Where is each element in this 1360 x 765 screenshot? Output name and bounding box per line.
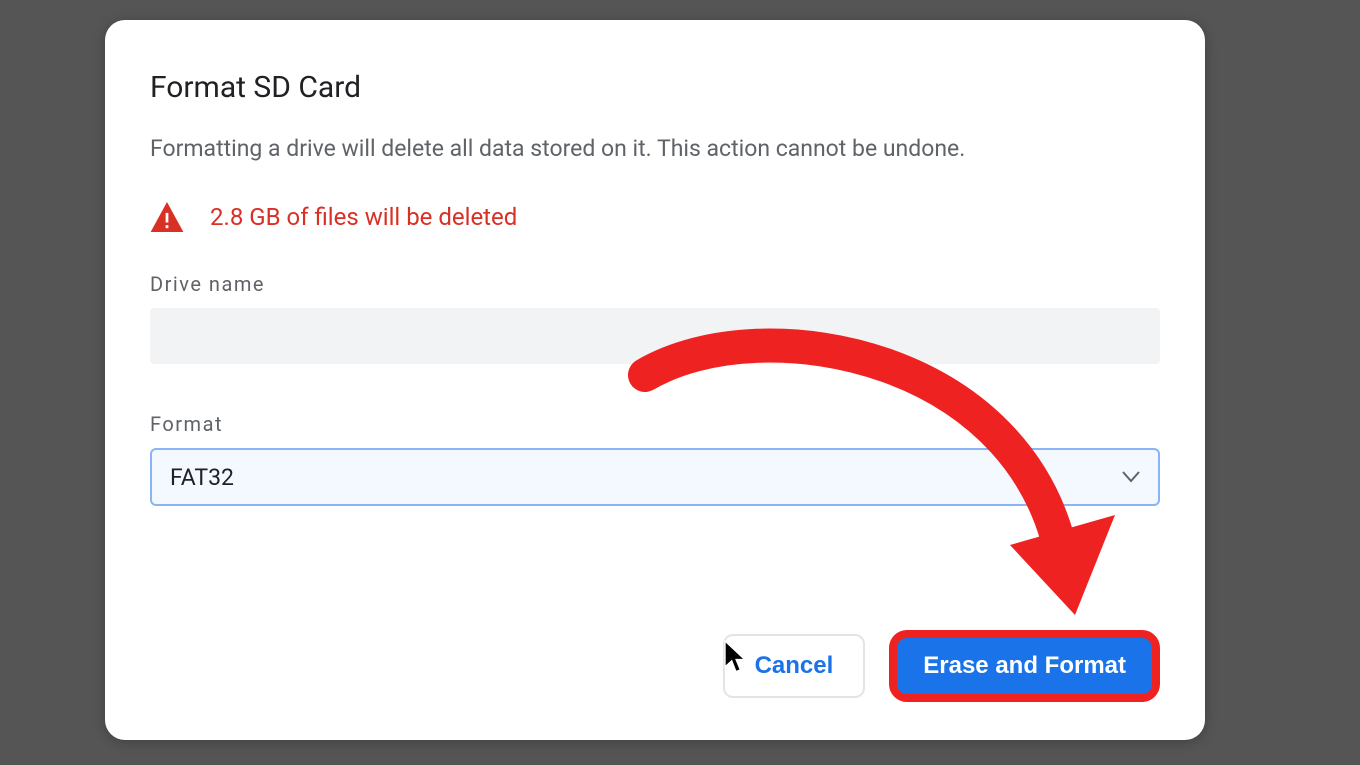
drivename-input[interactable] — [150, 308, 1160, 364]
dialog-button-row: Cancel Erase and Format — [723, 630, 1160, 702]
cancel-button[interactable]: Cancel — [723, 634, 866, 698]
erase-and-format-button[interactable]: Erase and Format — [889, 630, 1160, 702]
warning-text: 2.8 GB of files will be deleted — [210, 203, 517, 231]
warning-triangle-icon — [150, 202, 184, 232]
format-select-value: FAT32 — [170, 464, 234, 491]
format-label: Format — [150, 412, 1160, 436]
dialog-title: Format SD Card — [150, 70, 1160, 105]
drivename-label: Drive name — [150, 272, 1160, 296]
warning-row: 2.8 GB of files will be deleted — [150, 202, 1160, 232]
chevron-down-icon — [1122, 468, 1140, 487]
dialog-subtitle: Formatting a drive will delete all data … — [150, 133, 1160, 164]
format-sd-card-dialog: Format SD Card Formatting a drive will d… — [105, 20, 1205, 740]
format-select[interactable]: FAT32 — [150, 448, 1160, 506]
